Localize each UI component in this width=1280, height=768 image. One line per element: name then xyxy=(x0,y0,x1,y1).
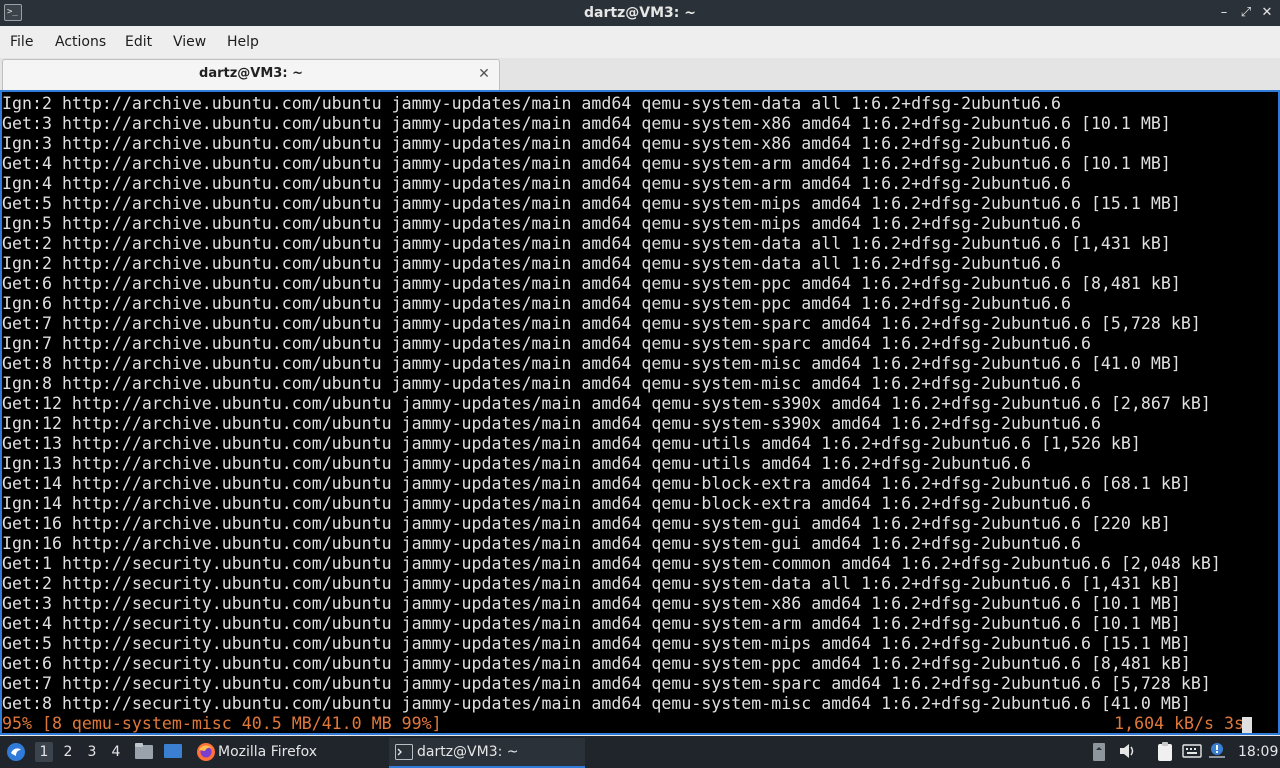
desktop-3[interactable]: 3 xyxy=(83,742,101,762)
terminal-line: Get:8 http://archive.ubuntu.com/ubuntu j… xyxy=(2,354,1181,373)
terminal-line: Get:7 http://archive.ubuntu.com/ubuntu j… xyxy=(2,314,1201,333)
desktop-2[interactable]: 2 xyxy=(59,742,77,762)
terminal-line: Ign:14 http://archive.ubuntu.com/ubuntu … xyxy=(2,494,1091,513)
terminal-line: Get:2 http://security.ubuntu.com/ubuntu … xyxy=(2,574,1181,593)
menu-actions[interactable]: Actions xyxy=(55,26,106,58)
task-firefox-label: Mozilla Firefox xyxy=(218,744,318,760)
taskbar: 1 2 3 4 Mozilla Firefox dartz@VM3: ~ 18:… xyxy=(0,736,1280,768)
firefox-icon xyxy=(197,743,215,761)
task-terminal-label: dartz@VM3: ~ xyxy=(417,744,519,760)
terminal-line: Get:12 http://archive.ubuntu.com/ubuntu … xyxy=(2,394,1211,413)
terminal-line: Get:6 http://security.ubuntu.com/ubuntu … xyxy=(2,654,1191,673)
title-bar[interactable]: >_ dartz@VM3: ~ – ⤢ ✕ xyxy=(0,0,1280,26)
file-manager-icon[interactable] xyxy=(134,742,153,760)
clock[interactable]: 18:09 xyxy=(1238,736,1278,768)
terminal-line: Get:4 http://archive.ubuntu.com/ubuntu j… xyxy=(2,154,1171,173)
download-progress-line: 95% [8 qemu-system-misc 40.5 MB/41.0 MB … xyxy=(2,714,1278,733)
terminal-line: Get:3 http://archive.ubuntu.com/ubuntu j… xyxy=(2,114,1171,133)
terminal-icon xyxy=(395,744,413,760)
close-button[interactable]: ✕ xyxy=(1259,4,1275,22)
terminal-line: Get:6 http://archive.ubuntu.com/ubuntu j… xyxy=(2,274,1181,293)
terminal-line: Ign:4 http://archive.ubuntu.com/ubuntu j… xyxy=(2,174,1071,193)
menu-icon[interactable] xyxy=(4,736,28,768)
progress-status: 95% [8 qemu-system-misc 40.5 MB/41.0 MB … xyxy=(2,714,442,733)
progress-rate: 1,604 kB/s 3s xyxy=(1114,714,1244,733)
clipboard-icon[interactable] xyxy=(1156,742,1174,761)
task-terminal[interactable]: dartz@VM3: ~ xyxy=(389,738,585,768)
terminal-line: Ign:8 http://archive.ubuntu.com/ubuntu j… xyxy=(2,374,1081,393)
terminal-output: Ign:2 http://archive.ubuntu.com/ubuntu j… xyxy=(2,94,1278,733)
menu-edit[interactable]: Edit xyxy=(125,26,152,58)
terminal-line: Ign:6 http://archive.ubuntu.com/ubuntu j… xyxy=(2,294,1071,313)
terminal-window: >_ dartz@VM3: ~ – ⤢ ✕ File Actions Edit … xyxy=(0,0,1280,736)
terminal-line: Get:5 http://security.ubuntu.com/ubuntu … xyxy=(2,634,1191,653)
terminal-line: Ign:5 http://archive.ubuntu.com/ubuntu j… xyxy=(2,214,1081,233)
menu-view[interactable]: View xyxy=(173,26,206,58)
text-cursor xyxy=(1242,717,1252,733)
terminal-line: Get:2 http://archive.ubuntu.com/ubuntu j… xyxy=(2,234,1171,253)
tab-label: dartz@VM3: ~ xyxy=(199,66,303,81)
tab-bar: dartz@VM3: ~ ✕ xyxy=(0,58,1280,91)
terminal-line: Get:13 http://archive.ubuntu.com/ubuntu … xyxy=(2,434,1141,453)
terminal-line: Get:16 http://archive.ubuntu.com/ubuntu … xyxy=(2,514,1171,533)
terminal-view[interactable]: Ign:2 http://archive.ubuntu.com/ubuntu j… xyxy=(0,90,1280,735)
task-firefox[interactable]: Mozilla Firefox xyxy=(192,738,382,766)
terminal-line: Ign:2 http://archive.ubuntu.com/ubuntu j… xyxy=(2,254,1061,273)
terminal-line: Get:7 http://security.ubuntu.com/ubuntu … xyxy=(2,674,1211,693)
terminal-line: Ign:7 http://archive.ubuntu.com/ubuntu j… xyxy=(2,334,1091,353)
terminal-line: Ign:2 http://archive.ubuntu.com/ubuntu j… xyxy=(2,94,1061,113)
terminal-line: Get:4 http://security.ubuntu.com/ubuntu … xyxy=(2,614,1181,633)
notification-icon[interactable] xyxy=(1207,742,1225,760)
terminal-line: Get:1 http://security.ubuntu.com/ubuntu … xyxy=(2,554,1221,573)
minimize-button[interactable]: – xyxy=(1216,4,1232,22)
tab-terminal[interactable]: dartz@VM3: ~ ✕ xyxy=(2,59,500,90)
storage-icon[interactable] xyxy=(1091,742,1109,761)
terminal-line: Ign:16 http://archive.ubuntu.com/ubuntu … xyxy=(2,534,1081,553)
maximize-button[interactable]: ⤢ xyxy=(1238,4,1254,22)
desktop-1[interactable]: 1 xyxy=(35,742,53,762)
menu-file[interactable]: File xyxy=(10,26,33,58)
volume-icon[interactable] xyxy=(1118,742,1136,760)
terminal-line: Get:3 http://security.ubuntu.com/ubuntu … xyxy=(2,594,1181,613)
tab-close-icon[interactable]: ✕ xyxy=(477,64,491,84)
terminal-line: Ign:13 http://archive.ubuntu.com/ubuntu … xyxy=(2,454,1031,473)
terminal-line: Ign:12 http://archive.ubuntu.com/ubuntu … xyxy=(2,414,1101,433)
show-desktop-icon[interactable] xyxy=(163,742,182,760)
desktop-4[interactable]: 4 xyxy=(107,742,125,762)
keyboard-icon[interactable] xyxy=(1182,742,1202,760)
terminal-line: Get:14 http://archive.ubuntu.com/ubuntu … xyxy=(2,474,1191,493)
window-title: dartz@VM3: ~ xyxy=(584,5,696,21)
terminal-line: Get:8 http://security.ubuntu.com/ubuntu … xyxy=(2,694,1191,713)
menu-help[interactable]: Help xyxy=(227,26,259,58)
terminal-line: Get:5 http://archive.ubuntu.com/ubuntu j… xyxy=(2,194,1181,213)
menu-bar: File Actions Edit View Help xyxy=(0,26,1280,58)
terminal-line: Ign:3 http://archive.ubuntu.com/ubuntu j… xyxy=(2,134,1071,153)
